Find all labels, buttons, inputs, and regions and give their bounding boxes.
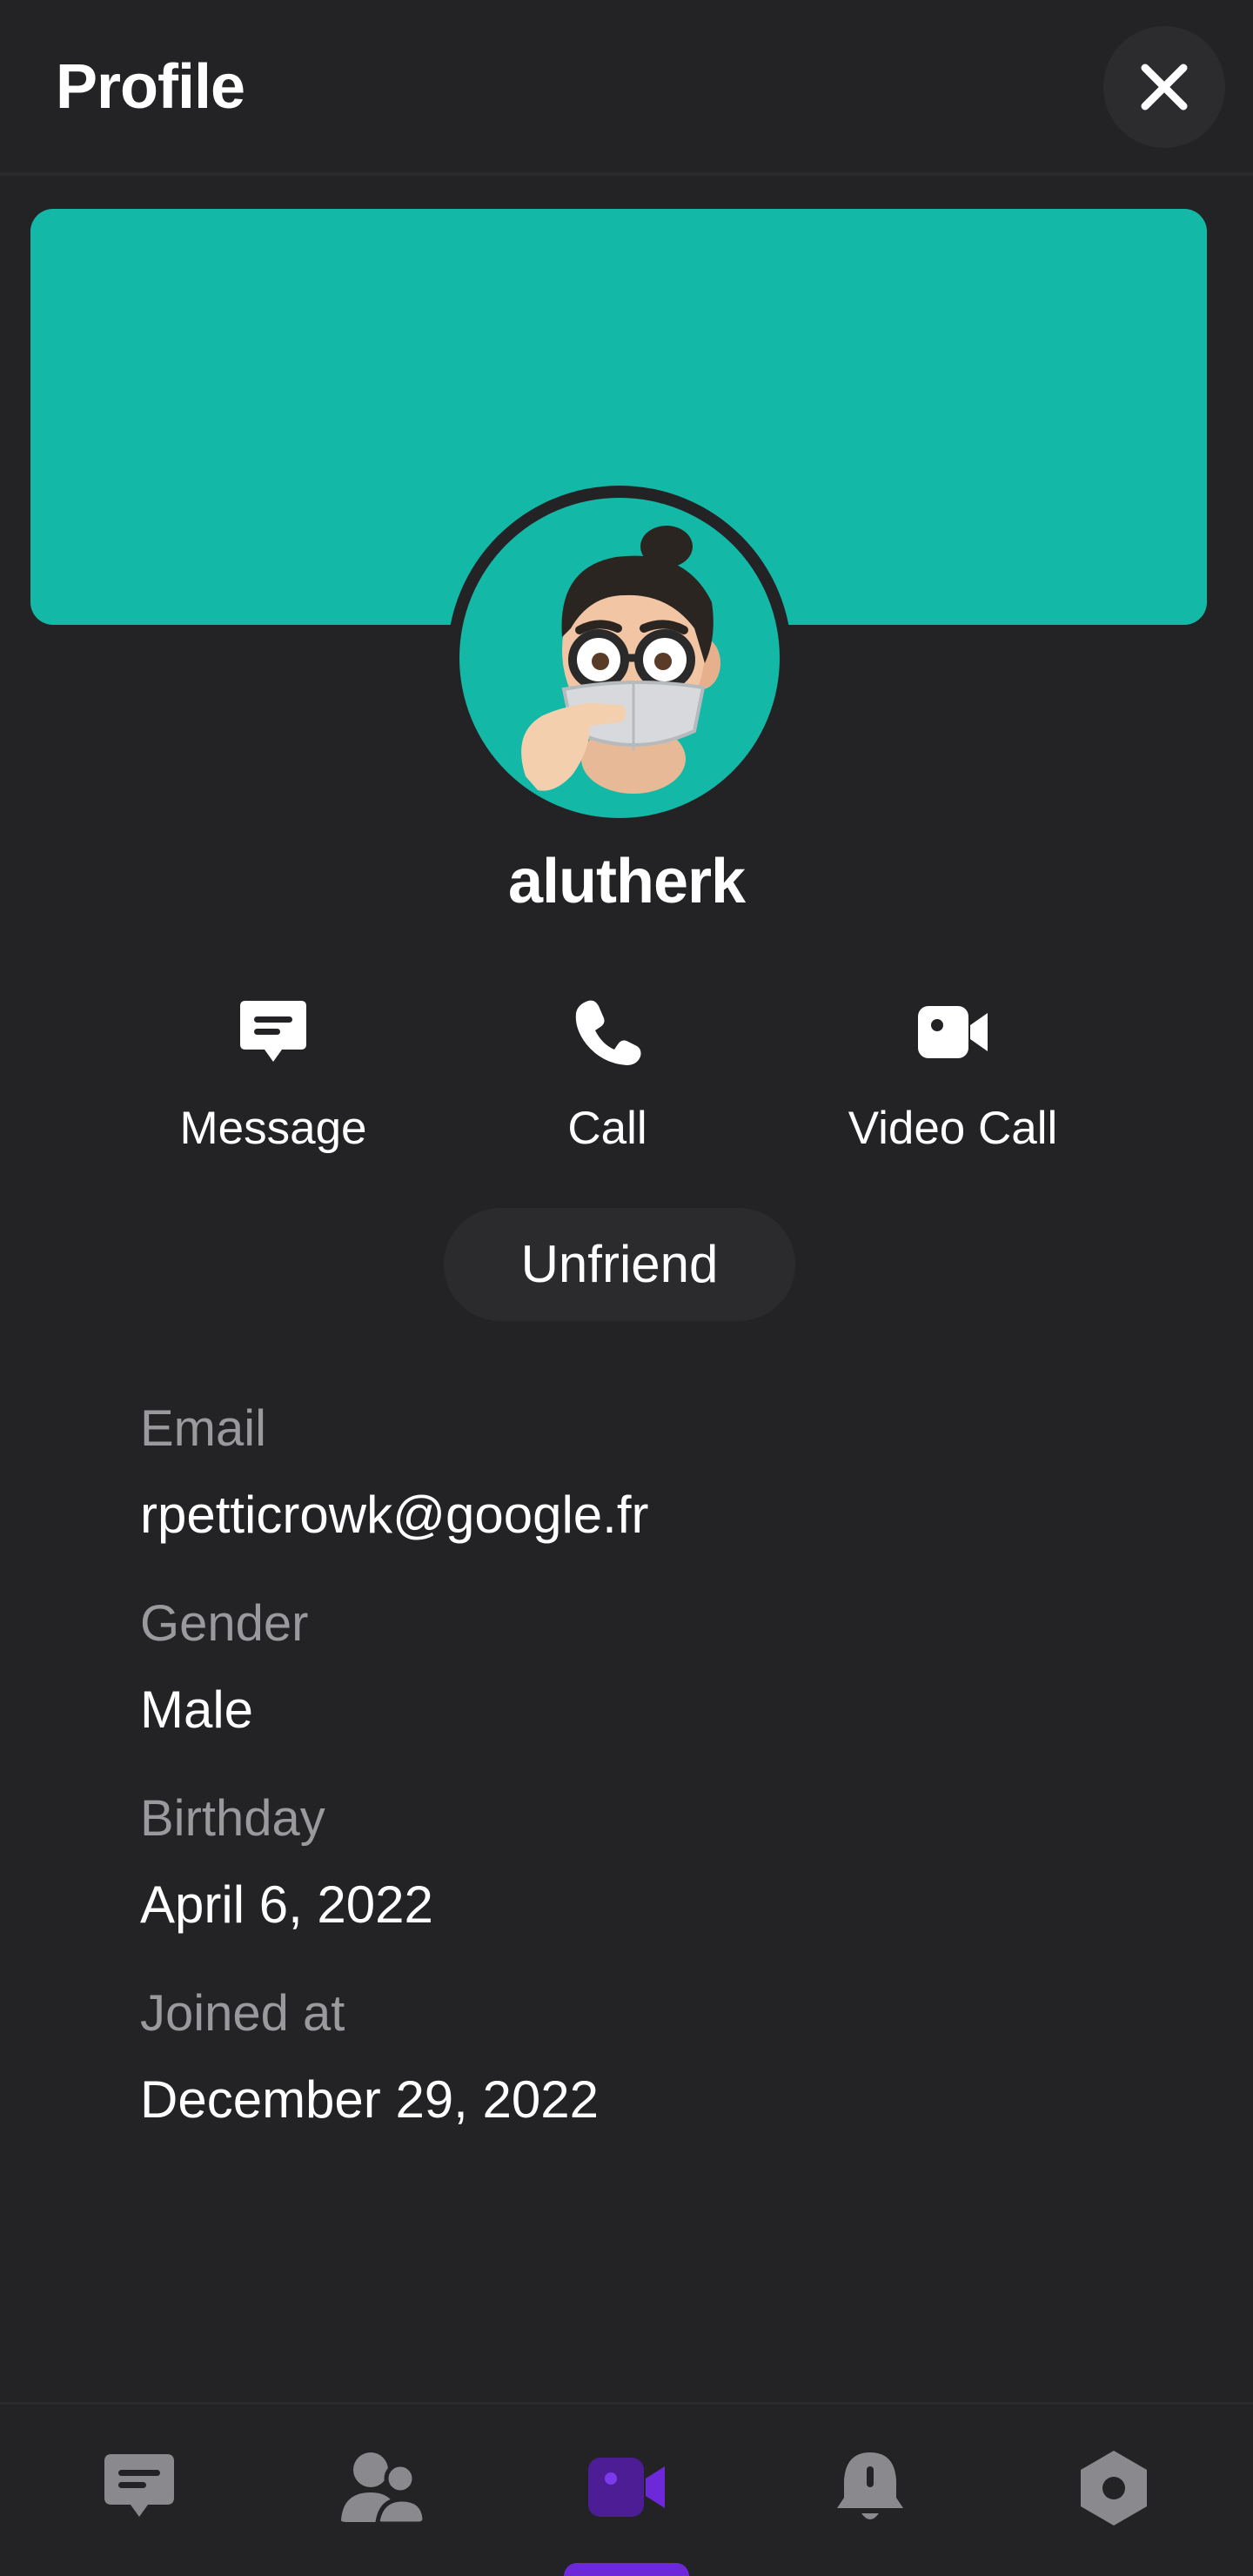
memoji-avatar-image bbox=[521, 526, 720, 794]
info-label: Joined at bbox=[140, 1985, 345, 2042]
video-call-button[interactable]: Video Call bbox=[814, 990, 1092, 1164]
avatar bbox=[459, 498, 780, 818]
bottom-nav bbox=[0, 2402, 1253, 2576]
info-value: Male bbox=[140, 1680, 254, 1739]
info-gender: Gender Male bbox=[140, 1593, 308, 1742]
video-call-label: Video Call bbox=[848, 1103, 1058, 1154]
info-value: December 29, 2022 bbox=[140, 2070, 599, 2129]
profile-username: alutherk bbox=[507, 847, 746, 916]
settings-hexagon-icon bbox=[1081, 2451, 1147, 2526]
info-birthday: Birthday April 6, 2022 bbox=[140, 1788, 433, 1937]
phone-icon bbox=[575, 1000, 641, 1065]
info-value: rpetticrowk@google.fr bbox=[140, 1486, 649, 1544]
header: Profile bbox=[0, 0, 1253, 174]
close-icon bbox=[1141, 64, 1188, 111]
nav-friends[interactable] bbox=[335, 2439, 431, 2535]
video-icon bbox=[588, 2458, 665, 2517]
friends-icon bbox=[341, 2452, 426, 2526]
info-label: Gender bbox=[140, 1595, 309, 1652]
profile-screen: Profile alutherk Message Call Video Call… bbox=[0, 0, 1253, 2576]
chat-icon bbox=[104, 2454, 174, 2517]
info-value: April 6, 2022 bbox=[140, 1875, 433, 1934]
message-button[interactable]: Message bbox=[134, 990, 412, 1164]
page-title: Profile bbox=[56, 52, 245, 122]
call-button[interactable]: Call bbox=[468, 990, 747, 1164]
info-email: Email rpetticrowk@google.fr bbox=[140, 1398, 648, 1547]
close-button[interactable] bbox=[1103, 26, 1225, 148]
message-icon bbox=[240, 1001, 306, 1062]
call-label: Call bbox=[567, 1103, 647, 1154]
nav-notifications[interactable] bbox=[822, 2439, 918, 2535]
nav-settings[interactable] bbox=[1066, 2439, 1162, 2535]
header-divider bbox=[0, 172, 1253, 176]
nav-chats[interactable] bbox=[91, 2439, 187, 2535]
info-joined-at: Joined at December 29, 2022 bbox=[140, 1982, 599, 2132]
active-tab-indicator bbox=[564, 2563, 689, 2576]
nav-video[interactable] bbox=[579, 2439, 674, 2535]
notification-bell-icon bbox=[837, 2452, 903, 2519]
unfriend-button[interactable]: Unfriend bbox=[444, 1208, 795, 1321]
info-label: Email bbox=[140, 1400, 267, 1457]
video-camera-icon bbox=[918, 1006, 988, 1058]
info-label: Birthday bbox=[140, 1790, 325, 1847]
message-label: Message bbox=[179, 1103, 367, 1154]
